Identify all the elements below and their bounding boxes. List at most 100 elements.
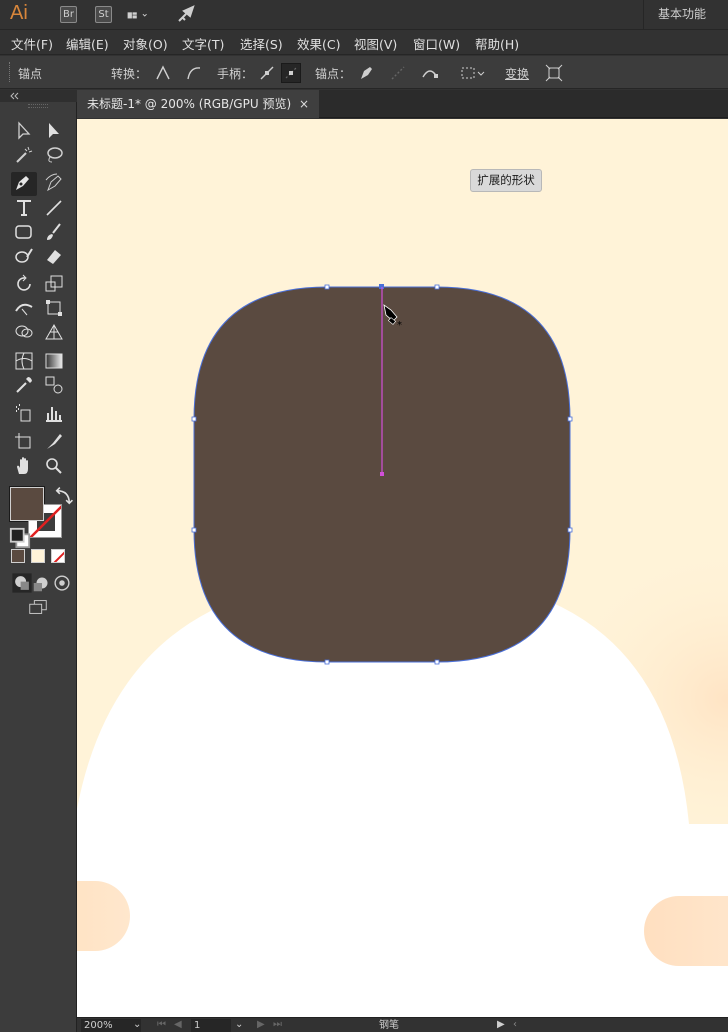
cut-path-icon[interactable]	[420, 63, 440, 83]
eyedropper-tool-icon[interactable]	[13, 374, 35, 396]
menu-help[interactable]: 帮助(H)	[475, 34, 519, 53]
width-tool-icon[interactable]	[13, 297, 35, 319]
menu-select[interactable]: 选择(S)	[240, 34, 283, 53]
transform-link[interactable]: 变换	[505, 65, 529, 82]
anchor-point[interactable]	[567, 527, 573, 533]
anchor-point[interactable]	[324, 659, 330, 665]
rounded-rectangle-tool-icon[interactable]	[13, 221, 35, 243]
shape-builder-tool-icon[interactable]	[13, 321, 35, 343]
anchor-point[interactable]	[191, 527, 197, 533]
blend-tool-icon[interactable]	[43, 374, 65, 396]
none-mode-icon[interactable]	[51, 549, 65, 563]
draw-normal-icon[interactable]	[11, 572, 32, 593]
symbol-sprayer-tool-icon[interactable]	[13, 402, 35, 424]
eraser-tool-icon[interactable]	[43, 245, 65, 267]
anchor-point[interactable]	[434, 284, 440, 290]
tools-panel-header[interactable]	[0, 90, 77, 102]
arrange-documents-icon[interactable]	[127, 5, 163, 25]
zoom-dropdown-icon[interactable]: ⌄	[133, 1019, 141, 1030]
mesh-tool-icon[interactable]	[13, 350, 35, 372]
anchor-point[interactable]	[191, 416, 197, 422]
tools-grip[interactable]	[28, 104, 48, 108]
swap-fill-stroke-icon[interactable]	[52, 486, 73, 505]
draw-behind-icon[interactable]	[31, 572, 48, 592]
artboard-number-field[interactable]: 1	[191, 1019, 231, 1032]
first-artboard-icon[interactable]: ⏮	[157, 1019, 166, 1030]
shaper-tool-icon[interactable]	[13, 245, 35, 267]
selection-tool-icon[interactable]	[13, 120, 35, 142]
line-segment-tool-icon[interactable]	[43, 197, 65, 219]
panel-grip[interactable]	[9, 62, 12, 82]
smart-guide-tooltip: 扩展的形状	[470, 169, 542, 192]
fill-color-swatch-front[interactable]	[10, 487, 44, 521]
direct-selection-tool-icon[interactable]	[43, 120, 65, 142]
align-icon[interactable]	[544, 63, 564, 83]
hand-tool-icon[interactable]	[13, 455, 35, 477]
rotate-tool-icon[interactable]	[13, 273, 35, 295]
last-artboard-icon[interactable]: ⏭	[273, 1019, 282, 1030]
menu-object[interactable]: 对象(O)	[123, 34, 168, 53]
anchor-point-label: 锚点	[18, 67, 43, 81]
magic-wand-tool-icon[interactable]	[13, 144, 35, 166]
menu-edit[interactable]: 编辑(E)	[66, 34, 109, 53]
next-artboard-icon[interactable]: ▶	[257, 1019, 265, 1030]
handles-label: 手柄：	[217, 67, 254, 81]
workspace-switcher[interactable]: 基本功能	[643, 0, 728, 30]
document-title: 未标题-1* @ 200% (RGB/GPU 预览)	[87, 97, 292, 111]
menu-bar: 文件(F) 编辑(E) 对象(O) 文字(T) 选择(S) 效果(C) 视图(V…	[0, 30, 728, 55]
artwork: *	[77, 284, 728, 1017]
screen-mode-icon[interactable]	[27, 596, 51, 614]
control-bar: 锚点 转换： 手柄： 锚点： 变换	[0, 56, 728, 89]
menu-window[interactable]: 窗口(W)	[413, 34, 460, 53]
anchor-point[interactable]	[567, 416, 573, 422]
color-mode-icon[interactable]	[11, 549, 25, 563]
column-graph-tool-icon[interactable]	[43, 402, 65, 424]
status-bar: 200% ⌄ ⏮ ◀ 1 ⌄ ▶ ⏭ 钢笔 ▶ ‹	[77, 1017, 728, 1032]
tools-panel	[0, 90, 77, 1032]
scroll-left-icon[interactable]: ‹	[513, 1019, 517, 1030]
type-tool-icon[interactable]	[13, 197, 35, 219]
curvature-tool-icon[interactable]	[43, 172, 65, 194]
convert-to-smooth-icon[interactable]	[184, 63, 204, 83]
draw-inside-icon[interactable]	[51, 572, 70, 591]
artboard-dropdown-icon[interactable]: ⌄	[235, 1019, 243, 1030]
menu-file[interactable]: 文件(F)	[11, 34, 53, 53]
isolate-selection-icon[interactable]	[459, 63, 487, 83]
paintbrush-tool-icon[interactable]	[43, 221, 65, 243]
menu-effect[interactable]: 效果(C)	[297, 34, 340, 53]
gradient-tool-icon[interactable]	[43, 350, 65, 372]
bezier-handle-point[interactable]	[380, 472, 384, 476]
gpu-performance-icon[interactable]	[176, 4, 198, 26]
scale-tool-icon[interactable]	[43, 273, 65, 295]
zoom-level-field[interactable]: 200%	[81, 1019, 141, 1032]
convert-to-corner-icon[interactable]	[153, 63, 173, 83]
anchor-point[interactable]	[434, 659, 440, 665]
stock-button[interactable]: St	[95, 6, 112, 23]
slice-tool-icon[interactable]	[43, 431, 65, 453]
connect-anchors-icon[interactable]	[388, 63, 408, 83]
show-handles-icon[interactable]	[257, 63, 277, 83]
document-tab-bar: 未标题-1* @ 200% (RGB/GPU 预览) ×	[77, 90, 728, 118]
gradient-mode-icon[interactable]	[31, 549, 45, 563]
zoom-tool-icon[interactable]	[43, 455, 65, 477]
menu-type[interactable]: 文字(T)	[182, 34, 224, 53]
previous-artboard-icon[interactable]: ◀	[174, 1019, 182, 1030]
free-transform-tool-icon[interactable]	[43, 297, 65, 319]
pen-tool-icon[interactable]	[11, 172, 37, 196]
hide-handles-icon[interactable]	[281, 63, 301, 83]
remove-anchor-icon[interactable]	[356, 63, 376, 83]
artboard-canvas[interactable]: * 扩展的形状	[77, 119, 728, 1017]
status-menu-icon[interactable]: ▶	[497, 1019, 505, 1030]
bridge-button[interactable]: Br	[60, 6, 77, 23]
menu-view[interactable]: 视图(V)	[354, 34, 397, 53]
current-tool-name: 钢笔	[379, 1020, 399, 1031]
app-bar: Ai Br St 基本功能	[0, 0, 728, 30]
artboard-tool-icon[interactable]	[13, 431, 35, 453]
default-fill-stroke-icon[interactable]	[9, 527, 31, 549]
close-tab-icon[interactable]: ×	[299, 90, 309, 118]
perspective-grid-tool-icon[interactable]	[43, 321, 65, 343]
lasso-tool-icon[interactable]	[43, 144, 65, 166]
app-logo: Ai	[10, 2, 28, 24]
anchor-point[interactable]	[324, 284, 330, 290]
document-tab[interactable]: 未标题-1* @ 200% (RGB/GPU 预览) ×	[77, 90, 319, 118]
